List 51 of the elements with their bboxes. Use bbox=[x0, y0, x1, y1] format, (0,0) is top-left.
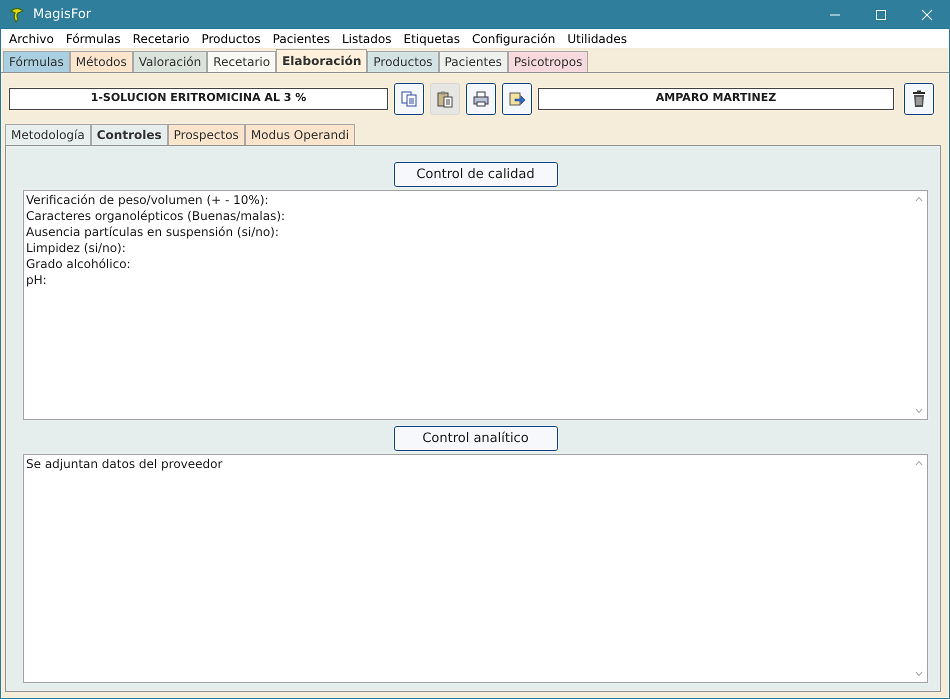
scroll-down-icon[interactable] bbox=[915, 671, 923, 677]
app-logo-icon bbox=[9, 6, 25, 22]
trash-icon bbox=[911, 90, 927, 108]
copy-icon bbox=[400, 90, 418, 108]
scroll-up-icon[interactable] bbox=[915, 460, 923, 466]
text-line: Ausencia partículas en suspensión (si/no): bbox=[26, 224, 280, 240]
patient-field[interactable]: AMPARO MARTINEZ bbox=[538, 88, 894, 110]
toolbar-button[interactable] bbox=[502, 83, 532, 115]
tab[interactable]: Recetario bbox=[207, 51, 276, 72]
menu-item[interactable]: Productos bbox=[195, 32, 267, 46]
toolbar-button[interactable] bbox=[394, 83, 424, 115]
tab[interactable]: Fórmulas bbox=[3, 51, 70, 72]
close-icon[interactable] bbox=[921, 8, 933, 20]
export-icon bbox=[508, 90, 526, 108]
text-line: pH: bbox=[26, 272, 48, 288]
text-area[interactable]: Se adjuntan datos del proveedor bbox=[23, 454, 928, 683]
delete-button[interactable] bbox=[904, 83, 934, 115]
text-line: Grado alcohólico: bbox=[26, 256, 132, 272]
text-line: Limpidez (si/no): bbox=[26, 240, 127, 256]
section-button[interactable]: Control de calidad bbox=[394, 162, 558, 187]
text-line: Verificación de peso/volumen (+ - 10%): bbox=[26, 192, 270, 208]
paste-icon bbox=[436, 90, 454, 108]
section-button[interactable]: Control analítico bbox=[394, 426, 558, 450]
printer-icon bbox=[472, 90, 490, 108]
menu-item[interactable]: Fórmulas bbox=[60, 32, 127, 46]
tab[interactable]: Metodología bbox=[5, 124, 91, 145]
formula-field[interactable]: 1-SOLUCION ERITROMICINA AL 3 % bbox=[9, 88, 388, 110]
tab[interactable]: Métodos bbox=[70, 51, 133, 72]
toolbar-button[interactable] bbox=[466, 83, 496, 115]
text-line: Se adjuntan datos del proveedor bbox=[26, 456, 224, 472]
tab[interactable]: Valoración bbox=[132, 51, 208, 72]
tab[interactable]: Psicotropos bbox=[508, 51, 588, 72]
menu-item[interactable]: Listados bbox=[336, 32, 398, 46]
tab[interactable]: Prospectos bbox=[168, 124, 245, 145]
menu-item[interactable]: Configuración bbox=[466, 32, 562, 46]
tab[interactable]: Modus Operandi bbox=[244, 124, 356, 145]
menu-item[interactable]: Utilidades bbox=[561, 32, 634, 46]
window-title: MagisFor bbox=[33, 7, 92, 22]
maximize-icon[interactable] bbox=[875, 8, 887, 20]
text-area[interactable]: Verificación de peso/volumen (+ - 10%): Caracteres organolépticos (Buenas/malas): Ausencia partículas en suspensión (si/no): Limpidez (si/no): Grado alcohólico: pH: bbox=[23, 190, 928, 420]
scroll-down-icon[interactable] bbox=[915, 408, 923, 414]
menu-item[interactable]: Etiquetas bbox=[398, 32, 466, 46]
tab[interactable]: Controles bbox=[90, 124, 168, 145]
scroll-up-icon[interactable] bbox=[915, 196, 923, 202]
menu-item[interactable]: Archivo bbox=[3, 32, 60, 46]
tab[interactable]: Productos bbox=[367, 51, 439, 72]
menu-item[interactable]: Pacientes bbox=[266, 32, 336, 46]
menu-item[interactable]: Recetario bbox=[126, 32, 196, 46]
text-line: Caracteres organolépticos (Buenas/malas): bbox=[26, 208, 286, 224]
tab[interactable]: Elaboración bbox=[276, 49, 368, 72]
tab[interactable]: Pacientes bbox=[438, 51, 508, 72]
